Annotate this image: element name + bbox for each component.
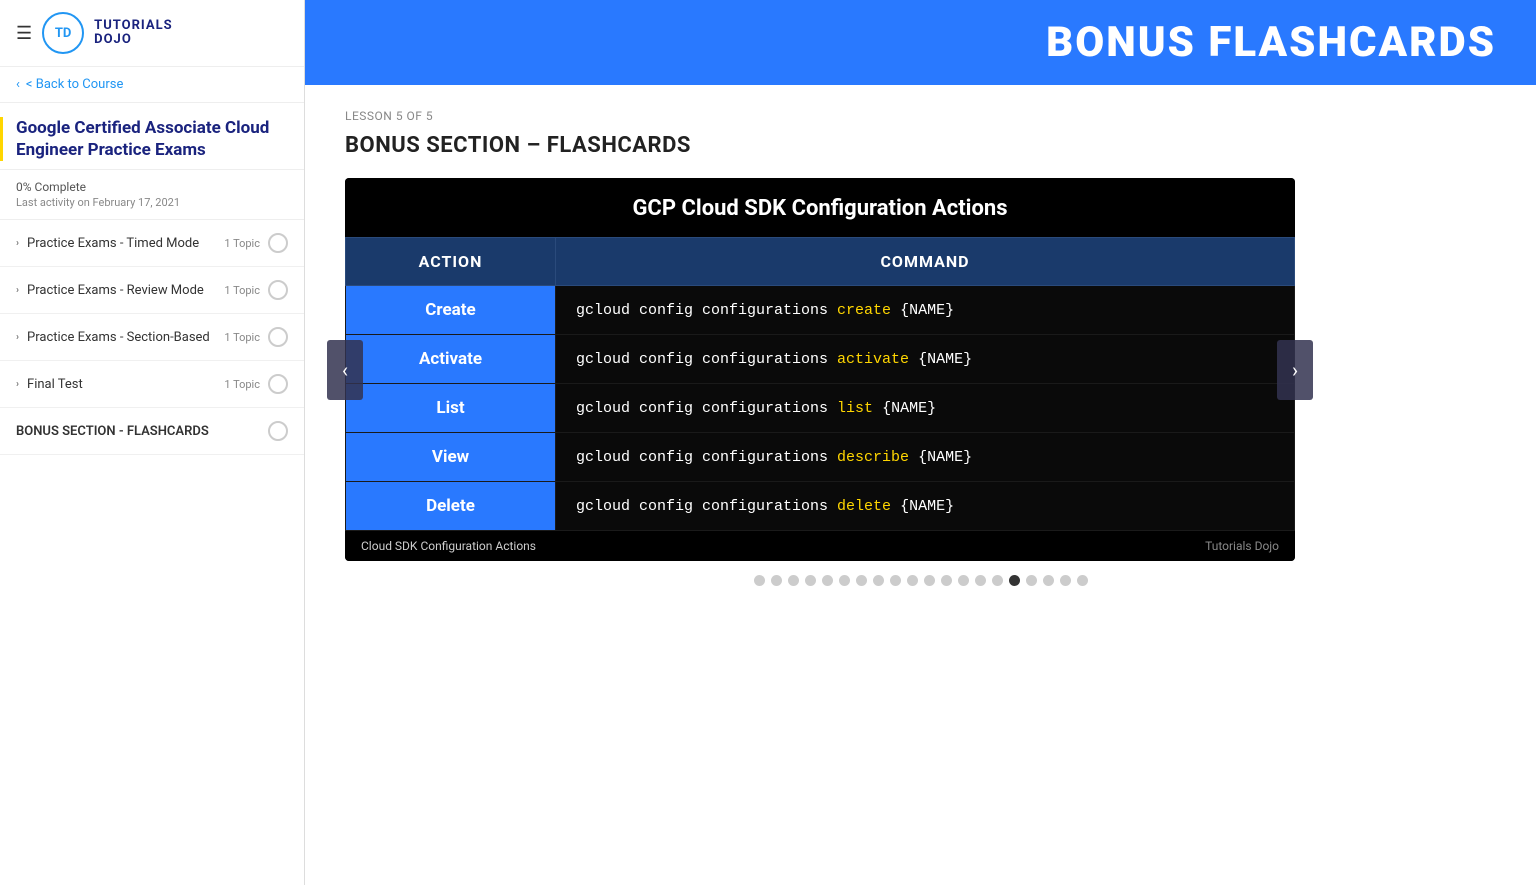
footer-left: Cloud SDK Configuration Actions <box>361 539 536 553</box>
nav-items: › Practice Exams - Timed Mode 1 Topic › … <box>0 220 304 885</box>
nav-item-bonus-flashcards[interactable]: BONUS SECTION - FLASHCARDS <box>0 408 304 455</box>
slide-dot-17[interactable] <box>1026 575 1037 586</box>
action-view: View <box>346 433 556 482</box>
chevron-left-icon: ‹ <box>342 358 348 382</box>
keyword-list: list <box>837 400 873 417</box>
hamburger-icon[interactable]: ☰ <box>16 23 32 44</box>
sidebar-header: ☰ TD TUTORIALS DOJO <box>0 0 304 67</box>
chevron-right-icon: › <box>16 332 19 343</box>
table-header-command: COMMAND <box>556 238 1295 286</box>
banner-title: BONUS FLASHCARDS <box>1046 18 1496 67</box>
nav-item-review-mode[interactable]: › Practice Exams - Review Mode 1 Topic <box>0 267 304 314</box>
slide-dot-18[interactable] <box>1043 575 1054 586</box>
flashcard-title: GCP Cloud SDK Configuration Actions <box>345 178 1295 237</box>
flashcard: GCP Cloud SDK Configuration Actions ACTI… <box>345 178 1295 561</box>
logo-tutorials: TUTORIALS <box>94 19 172 33</box>
table-row: Delete gcloud config configurations dele… <box>346 482 1295 531</box>
logo-circle: TD <box>42 12 84 54</box>
slide-dot-16[interactable] <box>1009 575 1020 586</box>
logo-td: TD <box>55 26 72 41</box>
flashcard-footer: Cloud SDK Configuration Actions Tutorial… <box>345 531 1295 561</box>
slide-dot-3[interactable] <box>788 575 799 586</box>
back-arrow-icon: ‹ <box>16 77 20 92</box>
slide-dot-12[interactable] <box>941 575 952 586</box>
keyword-describe: describe <box>837 449 909 466</box>
nav-item-section-based[interactable]: › Practice Exams - Section-Based 1 Topic <box>0 314 304 361</box>
flashcard-table: ACTION COMMAND Create gcloud config conf… <box>345 237 1295 531</box>
progress-percent: 0% Complete <box>16 180 288 194</box>
table-row: View gcloud config configurations descri… <box>346 433 1295 482</box>
back-to-course-link[interactable]: ‹ < Back to Course <box>0 67 304 103</box>
slide-dot-2[interactable] <box>771 575 782 586</box>
slide-dot-1[interactable] <box>754 575 765 586</box>
nav-circle-bonus <box>268 421 288 441</box>
slide-dot-11[interactable] <box>924 575 935 586</box>
progress-activity: Last activity on February 17, 2021 <box>16 196 288 209</box>
nav-circle-final <box>268 374 288 394</box>
slide-dot-15[interactable] <box>992 575 1003 586</box>
slide-dot-4[interactable] <box>805 575 816 586</box>
action-activate: Activate <box>346 335 556 384</box>
slide-dot-19[interactable] <box>1060 575 1071 586</box>
action-create: Create <box>346 286 556 335</box>
chevron-right-icon: › <box>1292 358 1298 382</box>
nav-circle-section <box>268 327 288 347</box>
action-list: List <box>346 384 556 433</box>
nav-item-final-test[interactable]: › Final Test 1 Topic <box>0 361 304 408</box>
slide-dot-7[interactable] <box>856 575 867 586</box>
footer-right: Tutorials Dojo <box>1205 539 1279 553</box>
command-create: gcloud config configurations create {NAM… <box>556 286 1295 335</box>
back-to-course-label: < Back to Course <box>26 77 123 92</box>
slide-dots <box>345 575 1496 586</box>
slide-dot-6[interactable] <box>839 575 850 586</box>
keyword-activate: activate <box>837 351 909 368</box>
nav-circle-timed <box>268 233 288 253</box>
top-banner: BONUS FLASHCARDS <box>305 0 1536 85</box>
bonus-flashcards-label: BONUS SECTION - FLASHCARDS <box>16 424 209 439</box>
slide-dot-20[interactable] <box>1077 575 1088 586</box>
content-area: LESSON 5 OF 5 BONUS SECTION – FLASHCARDS… <box>305 85 1536 885</box>
slide-dot-9[interactable] <box>890 575 901 586</box>
slide-dot-13[interactable] <box>958 575 969 586</box>
progress-section: 0% Complete Last activity on February 17… <box>0 170 304 220</box>
sidebar: ☰ TD TUTORIALS DOJO ‹ < Back to Course G… <box>0 0 305 885</box>
keyword-delete: delete <box>837 498 891 515</box>
slide-dot-8[interactable] <box>873 575 884 586</box>
chevron-right-icon: › <box>16 285 19 296</box>
main-content: BONUS FLASHCARDS LESSON 5 OF 5 BONUS SEC… <box>305 0 1536 885</box>
section-title: BONUS SECTION – FLASHCARDS <box>345 133 1496 158</box>
chevron-right-icon: › <box>16 379 19 390</box>
slide-prev-button[interactable]: ‹ <box>327 340 363 400</box>
action-delete: Delete <box>346 482 556 531</box>
course-title: Google Certified Associate Cloud Enginee… <box>0 103 304 170</box>
slide-next-button[interactable]: › <box>1277 340 1313 400</box>
command-list: gcloud config configurations list {NAME} <box>556 384 1295 433</box>
nav-circle-review <box>268 280 288 300</box>
chevron-right-icon: › <box>16 238 19 249</box>
command-delete: gcloud config configurations delete {NAM… <box>556 482 1295 531</box>
slide-dot-14[interactable] <box>975 575 986 586</box>
slide-dot-10[interactable] <box>907 575 918 586</box>
command-activate: gcloud config configurations activate {N… <box>556 335 1295 384</box>
logo-dojo: DOJO <box>94 33 172 47</box>
flashcard-container: ‹ GCP Cloud SDK Configuration Actions AC… <box>345 178 1295 561</box>
table-row: Activate gcloud config configurations ac… <box>346 335 1295 384</box>
table-row: Create gcloud config configurations crea… <box>346 286 1295 335</box>
slide-dot-5[interactable] <box>822 575 833 586</box>
table-row: List gcloud config configurations list {… <box>346 384 1295 433</box>
lesson-label: LESSON 5 OF 5 <box>345 109 1496 123</box>
keyword-create: create <box>837 302 891 319</box>
logo-text: TUTORIALS DOJO <box>94 19 172 48</box>
command-view: gcloud config configurations describe {N… <box>556 433 1295 482</box>
table-header-action: ACTION <box>346 238 556 286</box>
nav-item-timed-mode[interactable]: › Practice Exams - Timed Mode 1 Topic <box>0 220 304 267</box>
